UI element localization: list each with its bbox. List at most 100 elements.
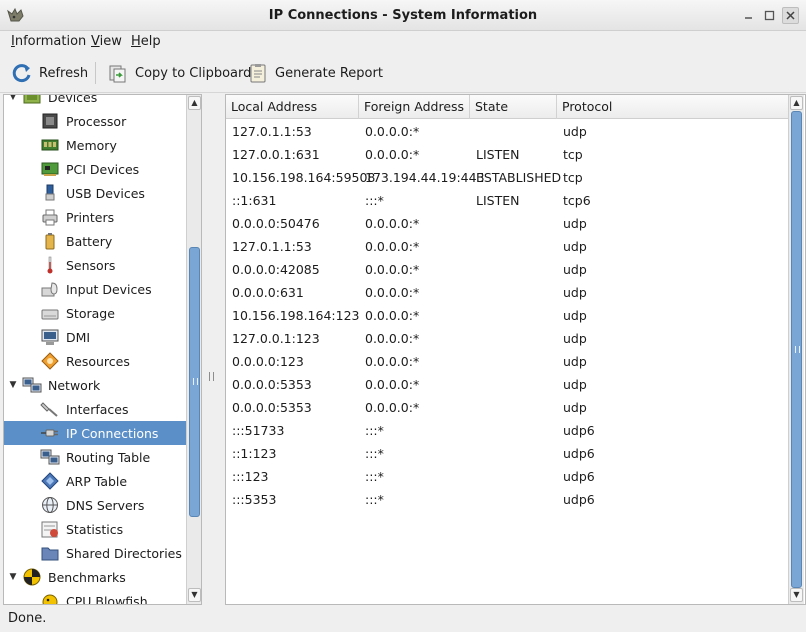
sidebar-item-dns-servers[interactable]: DNS Servers: [4, 493, 186, 517]
column-header-foreign-address[interactable]: Foreign Address: [359, 95, 470, 119]
sidebar-item-memory[interactable]: Memory: [4, 133, 186, 157]
table-row[interactable]: 10.156.198.164:59508 173.194.44.19:443 EST…: [226, 166, 788, 189]
refresh-icon: [12, 64, 31, 83]
sidebar-item-statistics[interactable]: Statistics: [4, 517, 186, 541]
sidebar-item-label: Shared Directories: [66, 545, 182, 561]
sidebar-item-shared-directories[interactable]: Shared Directories: [4, 541, 186, 565]
sidebar-item-cpu-blowfish[interactable]: CPU Blowfish: [4, 589, 186, 604]
scroll-down-button[interactable]: ▼: [790, 588, 803, 602]
sidebar-item-ip-connections[interactable]: IP Connections: [4, 421, 186, 445]
refresh-button[interactable]: Refresh: [11, 61, 88, 85]
minimize-button[interactable]: [740, 7, 757, 24]
table-row[interactable]: :::5353:::* udp6: [226, 488, 788, 511]
maximize-button[interactable]: [761, 7, 778, 24]
memory-icon: [41, 139, 59, 151]
scroll-grip: [193, 378, 198, 385]
copy-clipboard-icon: [109, 65, 126, 83]
sidebar-item-devices[interactable]: ▼ Devices: [4, 95, 186, 109]
column-header-local-address[interactable]: Local Address: [226, 95, 359, 119]
table-row[interactable]: 127.0.0.1:631 0.0.0.0:* LISTEN tcp: [226, 143, 788, 166]
cell-foreign-address: :::*: [365, 423, 384, 438]
table-row[interactable]: ::1:631:::* LISTEN tcp6: [226, 189, 788, 212]
sidebar-item-network[interactable]: ▼ Network: [4, 373, 186, 397]
pane-splitter[interactable]: [205, 94, 218, 605]
table-row[interactable]: 0.0.0.0:123 0.0.0.0:* udp: [226, 350, 788, 373]
sidebar-item-storage[interactable]: Storage: [4, 301, 186, 325]
menu-help[interactable]: Help: [131, 34, 161, 49]
table-row[interactable]: 127.0.1.1:53 0.0.0.0:* udp: [226, 235, 788, 258]
sidebar-item-arp-table[interactable]: ARP Table: [4, 469, 186, 493]
sidebar-item-interfaces[interactable]: Interfaces: [4, 397, 186, 421]
cell-state: ESTABLISHED: [476, 170, 562, 185]
copy-to-clipboard-button[interactable]: Copy to Clipboard: [107, 61, 251, 85]
sidebar-item-sensors[interactable]: Sensors: [4, 253, 186, 277]
sidebar-item-usb-devices[interactable]: USB Devices: [4, 181, 186, 205]
cell-foreign-address: 0.0.0.0:*: [365, 331, 420, 346]
table-row[interactable]: :::51733:::* udp6: [226, 419, 788, 442]
cell-protocol: tcp6: [563, 193, 591, 208]
table-row[interactable]: ::1:123:::* udp6: [226, 442, 788, 465]
table-row[interactable]: :::123:::* udp6: [226, 465, 788, 488]
sidebar-item-label: Statistics: [66, 521, 124, 537]
cell-local-address: :::123: [232, 469, 269, 484]
expander-down-icon[interactable]: ▼: [8, 572, 18, 582]
expander-down-icon[interactable]: ▼: [8, 95, 18, 102]
cell-foreign-address: :::*: [365, 193, 384, 208]
sidebar-item-label: Routing Table: [66, 449, 151, 465]
cell-protocol: udp: [563, 285, 587, 300]
cell-state: [470, 327, 476, 350]
expander-down-icon[interactable]: ▼: [8, 380, 18, 390]
sidebar-item-pci-devices[interactable]: PCI Devices: [4, 157, 186, 181]
scroll-up-button[interactable]: ▲: [790, 96, 803, 110]
cell-local-address: :::51733: [232, 423, 285, 438]
plug-icon: [41, 429, 58, 437]
table-row[interactable]: 0.0.0.0:5353 0.0.0.0:* udp: [226, 396, 788, 419]
sidebar-item-dmi[interactable]: DMI: [4, 325, 186, 349]
menu-label: iew: [99, 34, 122, 49]
cell-state: [470, 419, 476, 442]
cell-protocol: udp: [563, 262, 587, 277]
cell-foreign-address: 0.0.0.0:*: [365, 216, 420, 231]
menu-information[interactable]: Information: [11, 34, 86, 49]
scroll-thumb[interactable]: [189, 247, 200, 517]
sidebar-item-benchmarks[interactable]: ▼ Benchmarks: [4, 565, 186, 589]
cell-foreign-address: 0.0.0.0:*: [365, 239, 420, 254]
table-row[interactable]: 0.0.0.0:631 0.0.0.0:* udp: [226, 281, 788, 304]
table-row[interactable]: 127.0.0.1:123 0.0.0.0:* udp: [226, 327, 788, 350]
table-row[interactable]: 0.0.0.0:42085 0.0.0.0:* udp: [226, 258, 788, 281]
table-row[interactable]: 0.0.0.0:50476 0.0.0.0:* udp: [226, 212, 788, 235]
menu-view[interactable]: View: [91, 34, 122, 49]
sidebar-item-label: Benchmarks: [48, 569, 126, 585]
generate-report-button[interactable]: Generate Report: [247, 61, 383, 85]
sidebar-item-printers[interactable]: Printers: [4, 205, 186, 229]
column-header-protocol[interactable]: Protocol: [557, 95, 788, 119]
sidebar-item-label: Memory: [66, 137, 117, 153]
sidebar-item-processor[interactable]: Processor: [4, 109, 186, 133]
cell-foreign-address: 0.0.0.0:*: [365, 285, 420, 300]
sidebar-item-routing-table[interactable]: Routing Table: [4, 445, 186, 469]
scroll-up-button[interactable]: ▲: [188, 96, 201, 110]
sidebar-item-resources[interactable]: Resources: [4, 349, 186, 373]
scroll-down-button[interactable]: ▼: [188, 588, 201, 602]
sidebar-item-battery[interactable]: Battery: [4, 229, 186, 253]
column-header-state[interactable]: State: [470, 95, 557, 119]
cell-local-address: 0.0.0.0:123: [232, 354, 304, 369]
table-scrollbar[interactable]: ▲ ▼: [788, 95, 804, 604]
cell-protocol: udp: [563, 216, 587, 231]
cell-foreign-address: 0.0.0.0:*: [365, 262, 420, 277]
report-icon: [250, 64, 266, 83]
cell-protocol: udp6: [563, 446, 595, 461]
close-button[interactable]: [782, 7, 799, 24]
processor-icon: [42, 113, 58, 129]
table-header: Local Address Foreign Address State Prot…: [226, 95, 788, 119]
title-bar[interactable]: IP Connections - System Information: [0, 0, 806, 31]
sidebar-item-input-devices[interactable]: Input Devices: [4, 277, 186, 301]
cell-state: [470, 120, 476, 143]
table-row[interactable]: 10.156.198.164:123 0.0.0.0:* udp: [226, 304, 788, 327]
sidebar-tree[interactable]: ▼ Devices Processor Memory PCI Devices USB De…: [3, 94, 202, 605]
table-row[interactable]: 0.0.0.0:5353 0.0.0.0:* udp: [226, 373, 788, 396]
cell-protocol: udp6: [563, 492, 595, 507]
scroll-thumb[interactable]: [791, 111, 802, 588]
sidebar-scrollbar[interactable]: ▲ ▼: [186, 95, 201, 604]
table-row[interactable]: 127.0.1.1:53 0.0.0.0:* udp: [226, 120, 788, 143]
